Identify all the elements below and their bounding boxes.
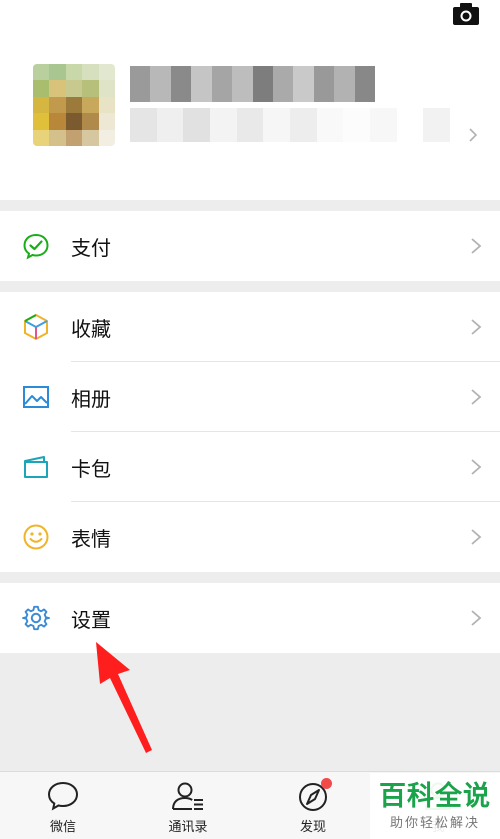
- menu-item-favorites[interactable]: 收藏: [0, 292, 500, 362]
- menu-item-stickers[interactable]: 表情: [0, 502, 500, 572]
- gear-icon: [22, 604, 50, 632]
- chat-bubble-icon: [46, 780, 80, 812]
- tab-label-chats: 微信: [49, 820, 76, 835]
- profile-name-blurred: [130, 66, 375, 102]
- menu-label-cards: 卡包: [71, 456, 111, 481]
- profile-id-blurred: [130, 108, 450, 142]
- chevron-right-icon: [471, 459, 482, 475]
- menu-item-settings[interactable]: 设置: [0, 583, 500, 653]
- watermark-title: 百科全说: [379, 780, 491, 812]
- tab-discover[interactable]: 发现: [268, 772, 358, 839]
- smiley-icon: [22, 523, 50, 551]
- menu-label-settings: 设置: [71, 607, 111, 632]
- watermark-subtitle: 助你轻松解决: [389, 815, 480, 831]
- watermark-logo: 百科全说 助你轻松解决: [370, 773, 500, 839]
- avatar[interactable]: [33, 64, 115, 146]
- cube-icon: [22, 313, 50, 341]
- image-icon: [22, 383, 50, 411]
- menu-group-settings: 设置: [0, 583, 500, 653]
- menu-label-stickers: 表情: [71, 526, 111, 551]
- pay-icon: [22, 232, 50, 260]
- wallet-icon: [22, 453, 50, 481]
- notification-badge: [321, 778, 332, 789]
- menu-item-cards[interactable]: 卡包: [0, 432, 500, 502]
- tab-label-contacts: 通讯录: [168, 820, 208, 835]
- chevron-right-icon: [469, 128, 478, 142]
- red-arrow-annotation: [96, 642, 152, 753]
- menu-label-favorites: 收藏: [71, 316, 111, 341]
- menu-group-pay: 支付: [0, 211, 500, 281]
- camera-icon[interactable]: [452, 2, 480, 26]
- chevron-right-icon: [471, 610, 482, 626]
- profile-header[interactable]: [0, 0, 500, 200]
- compass-icon: [296, 778, 332, 812]
- menu-label-pay: 支付: [71, 235, 111, 260]
- chevron-right-icon: [471, 529, 482, 545]
- chevron-right-icon: [471, 238, 482, 254]
- menu-item-album[interactable]: 相册: [0, 362, 500, 432]
- contacts-icon: [171, 780, 205, 812]
- tab-label-discover: 发现: [299, 820, 326, 835]
- chevron-right-icon: [471, 389, 482, 405]
- menu-group-main: 收藏 相册 卡包 表情: [0, 292, 500, 572]
- menu-label-album: 相册: [71, 386, 111, 411]
- tab-contacts[interactable]: 通讯录: [143, 772, 233, 839]
- chevron-right-icon: [471, 319, 482, 335]
- menu-item-pay[interactable]: 支付: [0, 211, 500, 281]
- tab-chats[interactable]: 微信: [18, 772, 108, 839]
